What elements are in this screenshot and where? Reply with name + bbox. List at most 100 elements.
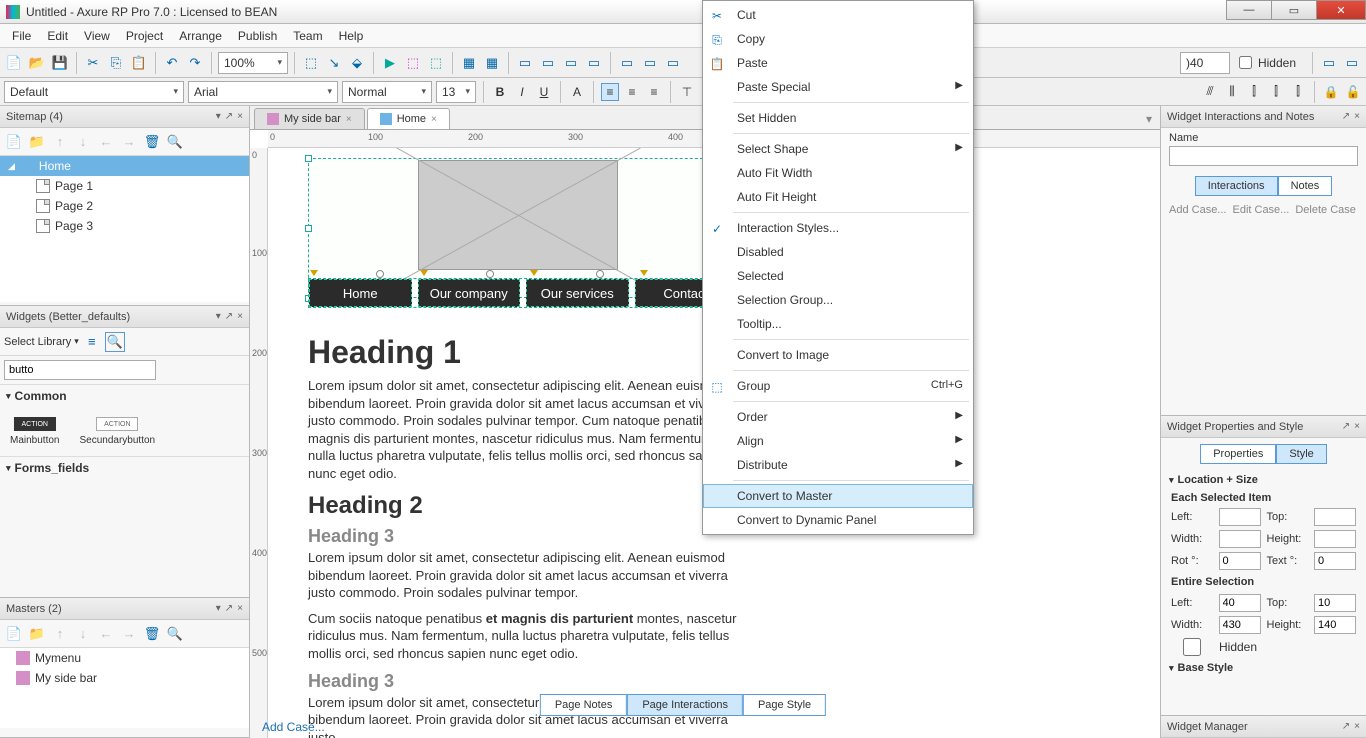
add-page-icon[interactable]: 📄 (4, 132, 24, 152)
dist-h-icon[interactable]: ⫻ (1201, 83, 1219, 101)
menu-arrange[interactable]: Arrange (171, 26, 230, 46)
left-input[interactable] (1219, 508, 1261, 526)
copy-icon[interactable]: ⎘ (106, 53, 126, 73)
open-icon[interactable]: 📂 (27, 53, 47, 73)
front-icon[interactable]: ▭ (515, 53, 535, 73)
cut-icon[interactable]: ✂ (83, 53, 103, 73)
panel-menu-icon[interactable]: ▾ (216, 111, 221, 122)
select-tool-icon[interactable]: ⬚ (301, 53, 321, 73)
ctx-tooltip-[interactable]: Tooltip... (703, 312, 973, 336)
unlock-icon[interactable]: 🔓 (1344, 83, 1362, 101)
ctx-set-hidden[interactable]: Set Hidden (703, 106, 973, 130)
backward-icon[interactable]: ▭ (584, 53, 604, 73)
align-h-icon[interactable]: ⫿ (1245, 83, 1263, 101)
menu-file[interactable]: File (4, 26, 39, 46)
height-input[interactable] (1314, 530, 1356, 548)
ctx-group[interactable]: ⬚GroupCtrl+G (703, 374, 973, 398)
tab-sidebar[interactable]: My side bar× (254, 108, 365, 129)
content-area[interactable]: Heading 1 Lorem ipsum dolor sit amet, co… (308, 328, 738, 738)
nav-menu-selection[interactable]: Home Our company Our services Contact (308, 278, 738, 308)
select-library-link[interactable]: Select Library (4, 336, 71, 348)
valign-top-icon[interactable]: ⊤ (678, 83, 696, 101)
ctx-distribute[interactable]: Distribute▶ (703, 453, 973, 477)
ctx-interaction-styles-[interactable]: ✓Interaction Styles... (703, 216, 973, 240)
tab-style[interactable]: Style (1276, 444, 1326, 464)
ctx-paste[interactable]: 📋Paste (703, 51, 973, 75)
ctx-convert-to-image[interactable]: Convert to Image (703, 343, 973, 367)
dist-v-icon[interactable]: ⫼ (1223, 83, 1241, 101)
widget-secundarybutton[interactable]: ACTIONSecundarybutton (79, 417, 155, 446)
move-down-icon[interactable]: ↓ (73, 132, 93, 152)
tab-notes[interactable]: Notes (1278, 176, 1333, 196)
ctx-paste-special[interactable]: Paste Special▶ (703, 75, 973, 99)
connector-tool-icon[interactable]: ↘ (324, 53, 344, 73)
minimize-button[interactable]: — (1226, 0, 1272, 20)
base-style-section[interactable]: Base Style (1161, 658, 1366, 678)
text-color-icon[interactable]: A (568, 83, 586, 101)
size-combo[interactable]: 13▾ (436, 81, 476, 103)
list-view-icon[interactable]: ≡ (82, 332, 102, 352)
delete-case-link[interactable]: Delete Case (1295, 204, 1356, 216)
delete-icon[interactable]: 🗑 (142, 132, 162, 152)
sitemap-home[interactable]: ◢Home (0, 156, 249, 176)
ctx-select-shape[interactable]: Select Shape▶ (703, 137, 973, 161)
align-center-text-icon[interactable]: ≡ (623, 83, 641, 101)
rot-input[interactable] (1219, 552, 1261, 570)
sitemap-page1[interactable]: Page 1 (0, 176, 249, 196)
ctx-convert-to-master[interactable]: Convert to Master (703, 484, 973, 508)
font-combo[interactable]: Arial▾ (188, 81, 338, 103)
align-left-text-icon[interactable]: ≡ (601, 83, 619, 101)
widgets-group-forms[interactable]: Forms_fields (0, 456, 249, 479)
widget-name-input[interactable] (1169, 146, 1358, 166)
image-placeholder[interactable] (418, 160, 618, 270)
nav-services[interactable]: Our services (526, 279, 629, 307)
outdent-icon[interactable]: ← (96, 132, 116, 152)
save-icon[interactable]: 💾 (50, 53, 70, 73)
pen-tool-icon[interactable]: ⬙ (347, 53, 367, 73)
menu-help[interactable]: Help (331, 26, 372, 46)
add-case-bottom[interactable]: Add Case... (262, 720, 325, 734)
menu-project[interactable]: Project (118, 26, 171, 46)
coord-combo[interactable]: )40 (1180, 52, 1230, 74)
paste-icon[interactable]: 📋 (129, 53, 149, 73)
maximize-button[interactable]: ▭ (1271, 0, 1317, 20)
add-folder-icon[interactable]: 📁 (27, 132, 47, 152)
width-input[interactable] (1219, 530, 1261, 548)
menu-publish[interactable]: Publish (230, 26, 285, 46)
add-case-link[interactable]: Add Case... (1169, 204, 1226, 216)
align-right-icon[interactable]: ▭ (663, 53, 683, 73)
add-master-icon[interactable]: 📄 (4, 624, 24, 644)
sitemap-page2[interactable]: Page 2 (0, 196, 249, 216)
group-icon[interactable]: ▦ (459, 53, 479, 73)
tab-home[interactable]: Home× (367, 108, 450, 129)
redo-icon[interactable]: ↷ (185, 53, 205, 73)
menu-edit[interactable]: Edit (39, 26, 76, 46)
master-sidebar[interactable]: My side bar (0, 668, 249, 688)
weight-combo[interactable]: Normal▾ (342, 81, 432, 103)
tab-properties[interactable]: Properties (1200, 444, 1276, 464)
search-icon[interactable]: 🔍 (165, 132, 185, 152)
hidden-checkbox[interactable] (1239, 56, 1252, 69)
style-combo[interactable]: Default▾ (4, 81, 184, 103)
toggle2-icon[interactable]: ▭ (1342, 53, 1362, 73)
align-left-icon[interactable]: ▭ (617, 53, 637, 73)
tab-page-interactions[interactable]: Page Interactions (627, 694, 743, 716)
widgets-search-input[interactable] (4, 360, 156, 380)
close-icon[interactable]: × (346, 114, 352, 125)
align-v-icon[interactable]: ⫿ (1267, 83, 1285, 101)
ctx-selected[interactable]: Selected (703, 264, 973, 288)
align-center-icon[interactable]: ▭ (640, 53, 660, 73)
tab-interactions[interactable]: Interactions (1195, 176, 1278, 196)
italic-icon[interactable]: I (513, 83, 531, 101)
toggle1-icon[interactable]: ▭ (1319, 53, 1339, 73)
zoom-combo[interactable]: 100%▾ (218, 52, 288, 74)
underline-icon[interactable]: U (535, 83, 553, 101)
ctx-cut[interactable]: ✂Cut (703, 3, 973, 27)
panel-close-icon[interactable]: × (237, 111, 243, 122)
hidden-prop-checkbox[interactable] (1171, 638, 1213, 656)
location-size-section[interactable]: Location + Size (1161, 470, 1366, 490)
textrot-input[interactable] (1314, 552, 1356, 570)
back-icon[interactable]: ▭ (538, 53, 558, 73)
tabs-menu-icon[interactable]: ▾ (1138, 109, 1160, 129)
indent-icon[interactable]: → (119, 132, 139, 152)
